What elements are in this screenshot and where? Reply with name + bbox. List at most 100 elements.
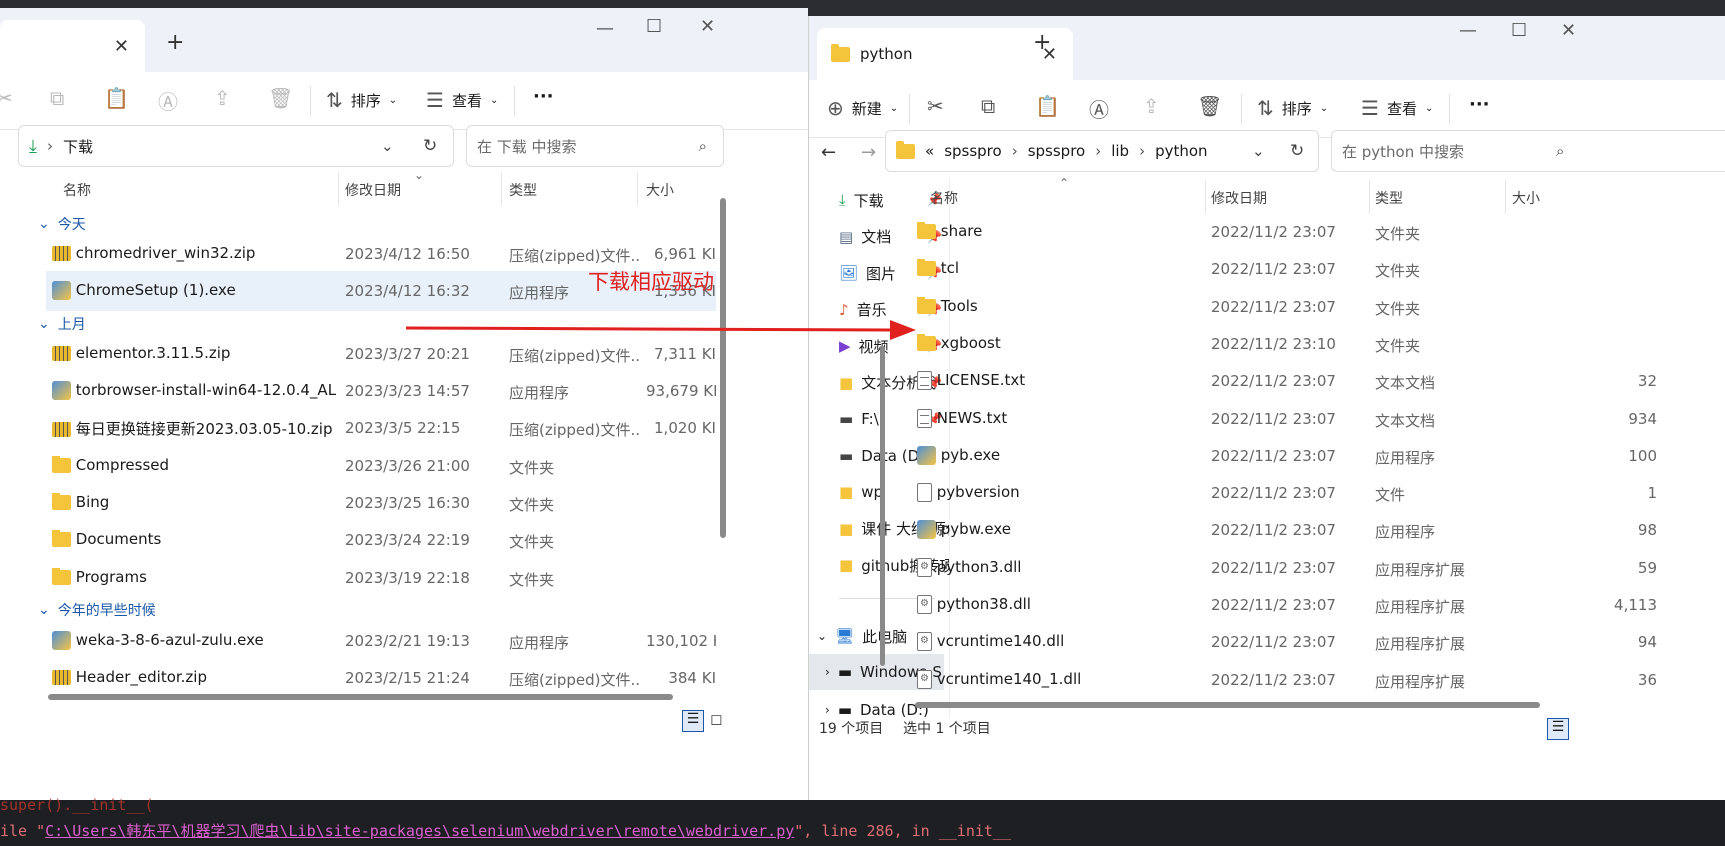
file-row[interactable]: share 2022/11/2 23:07 文件夹 <box>909 212 1725 252</box>
column-header-type[interactable]: 类型 <box>509 180 537 200</box>
view-button[interactable]: ☰ 查看 ⌄ <box>1361 96 1433 120</box>
column-header-name[interactable]: 名称 <box>63 180 91 200</box>
sort-button[interactable]: ⇅ 排序 ⌄ <box>326 88 397 112</box>
rename-icon[interactable]: Ⓐ <box>158 86 178 115</box>
file-row[interactable]: tcl 2022/11/2 23:07 文件夹 <box>909 249 1725 289</box>
column-header-type[interactable]: 类型 <box>1375 188 1403 208</box>
horizontal-scrollbar[interactable] <box>915 702 1540 708</box>
column-header-name[interactable]: 名称 <box>930 188 958 208</box>
share-icon[interactable]: ⇪ <box>1143 94 1160 118</box>
close-tab-icon[interactable]: ✕ <box>114 36 129 57</box>
file-row[interactable]: Tools 2022/11/2 23:07 文件夹 <box>909 287 1725 327</box>
file-row[interactable]: vcruntime140_1.dll 2022/11/2 23:07 应用程序扩展 3… <box>909 660 1725 700</box>
breadcrumb-spsspro-1[interactable]: spsspro <box>944 142 1002 160</box>
file-size: 934 <box>1628 409 1657 428</box>
minimize-button[interactable]: — <box>596 18 614 39</box>
breadcrumb-lib[interactable]: lib <box>1111 142 1129 160</box>
file-link[interactable]: C:\Users\韩东平\机器学习\爬虫\Lib\site-packages\s… <box>45 822 794 840</box>
file-row[interactable]: pyb.exe 2022/11/2 23:07 应用程序 100 <box>909 436 1725 476</box>
new-tab-button[interactable]: + <box>1033 30 1051 55</box>
rename-icon[interactable]: Ⓐ <box>1089 94 1109 123</box>
column-header-size[interactable]: 大小 <box>646 180 674 200</box>
chevron-down-icon[interactable]: ⌄ <box>1252 142 1265 160</box>
breadcrumb[interactable]: 下载 <box>63 136 93 157</box>
file-date: 2022/11/2 23:07 <box>1211 223 1336 241</box>
address-bar[interactable]: ⤓ › 下载 ⌄ ↻ <box>18 125 454 167</box>
view-button[interactable]: ☰ 查看 ⌄ <box>426 88 498 112</box>
breadcrumb-spsspro-2[interactable]: spsspro <box>1028 142 1086 160</box>
file-row[interactable]: pybw.exe 2022/11/2 23:07 应用程序 98 <box>909 510 1725 550</box>
file-row[interactable]: pybversion 2022/11/2 23:07 文件 1 <box>909 473 1725 513</box>
search-icon[interactable]: ⌕ <box>1556 142 1564 160</box>
search-icon[interactable]: ⌕ <box>699 137 707 155</box>
tiles-view-icon[interactable]: ◻ <box>710 710 722 728</box>
more-options-button[interactable]: ··· <box>1469 94 1490 115</box>
file-date: 2022/11/2 23:07 <box>1211 521 1336 540</box>
tab-downloads[interactable]: ✕ <box>0 20 145 72</box>
refresh-icon[interactable]: ↻ <box>1290 141 1304 161</box>
file-row[interactable]: python38.dll 2022/11/2 23:07 应用程序扩展 4,113 <box>909 585 1725 625</box>
details-view-icon[interactable]: ☰ <box>682 710 704 732</box>
new-button[interactable]: ⊕ 新建 ⌄ <box>827 96 898 120</box>
file-row[interactable]: weka-3-8-6-azul-zulu.exe 2023/2/21 19:13 应… <box>46 621 716 661</box>
share-icon[interactable]: ⇪ <box>214 86 231 110</box>
drive-icon: ▬ <box>837 663 852 681</box>
file-row[interactable]: python3.dll 2022/11/2 23:07 应用程序扩展 59 <box>909 548 1725 588</box>
zip-icon <box>52 246 71 261</box>
column-header-modified[interactable]: 修改日期 <box>1211 188 1267 208</box>
copy-icon[interactable]: ⧉ <box>50 86 64 110</box>
minimize-button[interactable]: — <box>1459 20 1477 41</box>
breadcrumb-python[interactable]: python <box>1155 142 1207 160</box>
copy-icon[interactable]: ⧉ <box>981 94 995 118</box>
file-size: 130,102 KI <box>646 632 716 650</box>
more-options-button[interactable]: ··· <box>533 86 554 107</box>
nav-scrollbar[interactable] <box>880 346 885 666</box>
cut-icon[interactable]: ✂ <box>0 86 13 110</box>
maximize-button[interactable]: ☐ <box>1511 20 1527 41</box>
group-header-today[interactable]: ⌄ 今天 <box>38 214 86 234</box>
file-row[interactable]: vcruntime140.dll 2022/11/2 23:07 应用程序扩展 94 <box>909 622 1725 662</box>
new-tab-button[interactable]: + <box>166 30 184 55</box>
delete-icon[interactable]: 🗑 <box>1197 94 1222 118</box>
maximize-button[interactable]: ☐ <box>646 16 662 37</box>
search-box[interactable]: 在 下载 中搜索 ⌕ <box>466 125 724 167</box>
column-header-modified[interactable]: 修改日期 <box>345 180 401 200</box>
file-date: 2023/3/19 22:18 <box>345 569 470 587</box>
annotation-arrow-icon <box>406 320 916 340</box>
file-type: 应用程序扩展 <box>1375 672 1466 691</box>
close-window-button[interactable]: ✕ <box>1561 20 1576 41</box>
chevron-down-icon[interactable]: ⌄ <box>381 137 394 155</box>
file-row[interactable]: Programs 2023/3/19 22:18 文件夹 <box>46 558 716 598</box>
delete-icon[interactable]: 🗑 <box>268 86 293 110</box>
address-bar[interactable]: « spsspro › spsspro › lib › python ⌄ ↻ <box>885 130 1319 172</box>
back-arrow-icon[interactable]: ← <box>821 142 836 163</box>
file-type: 应用程序扩展 <box>1375 598 1466 616</box>
paste-icon[interactable]: 📋 <box>104 86 129 110</box>
file-row[interactable]: 每日更换链接更新2023.03.05-10.zip 2023/3/5 22:15 压… <box>46 408 716 448</box>
file-row[interactable]: Bing 2023/3/25 16:30 文件夹 <box>46 483 716 523</box>
paste-icon[interactable]: 📋 <box>1035 94 1060 118</box>
group-header-earlier[interactable]: ⌄ 今年的早些时候 <box>38 600 156 620</box>
file-row[interactable]: xgboost 2022/11/2 23:10 文件夹 <box>909 324 1725 364</box>
file-row[interactable]: Header_editor.zip 2023/2/15 21:24 压缩(zippe… <box>46 658 716 698</box>
file-row[interactable]: NEWS.txt 2022/11/2 23:07 文本文档 934 <box>909 399 1725 439</box>
sort-icon: ⇅ <box>1257 96 1274 120</box>
cut-icon[interactable]: ✂ <box>927 94 944 118</box>
close-window-button[interactable]: ✕ <box>700 16 715 37</box>
details-view-icon[interactable]: ☰ <box>1547 718 1569 740</box>
folder-icon <box>831 43 850 62</box>
file-row[interactable]: Compressed 2023/3/26 21:00 文件夹 <box>46 446 716 486</box>
vertical-scrollbar[interactable] <box>720 198 726 538</box>
group-header-last-month[interactable]: ⌄ 上月 <box>38 314 86 334</box>
file-date: 2023/3/26 21:00 <box>345 457 470 475</box>
horizontal-scrollbar[interactable] <box>48 694 673 700</box>
forward-arrow-icon[interactable]: → <box>861 142 876 163</box>
tab-bar: python ✕ + — ☐ ✕ <box>809 16 1725 80</box>
file-row[interactable]: torbrowser-install-win64-12.0.4_ALL.... 2… <box>46 371 716 411</box>
file-row[interactable]: LICENSE.txt 2022/11/2 23:07 文本文档 32 <box>909 361 1725 401</box>
sort-button[interactable]: ⇅ 排序 ⌄ <box>1257 96 1328 120</box>
file-row[interactable]: Documents 2023/3/24 22:19 文件夹 <box>46 520 716 560</box>
column-header-size[interactable]: 大小 <box>1512 188 1540 208</box>
refresh-icon[interactable]: ↻ <box>423 136 437 156</box>
search-box[interactable]: 在 python 中搜索 ⌕ <box>1331 130 1725 172</box>
